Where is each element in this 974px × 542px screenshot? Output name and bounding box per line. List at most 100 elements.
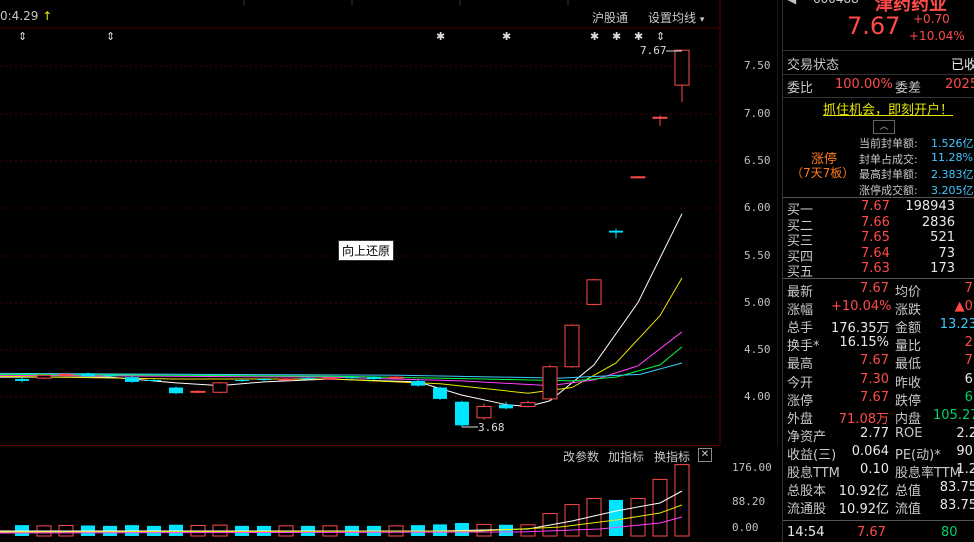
candle[interactable] bbox=[278, 378, 294, 381]
event-marker-icon[interactable]: ⇕ bbox=[656, 30, 665, 43]
stat-label: ROE bbox=[895, 425, 923, 441]
stat-label: 最新 bbox=[787, 285, 814, 300]
chevron-down-icon: ▾ bbox=[699, 15, 705, 25]
event-marker-icon[interactable]: ✱ bbox=[436, 30, 445, 43]
stat-label: 收益(三) bbox=[787, 447, 837, 463]
stat-value: 105.27 bbox=[933, 407, 974, 423]
limit-info-value: 11.28% bbox=[931, 150, 973, 164]
stat-label: 今开 bbox=[787, 375, 814, 391]
stat-value: 7.67 bbox=[860, 389, 889, 405]
ma-settings-label: 设置均线 bbox=[648, 11, 697, 25]
volume-bar[interactable] bbox=[455, 522, 469, 536]
candle[interactable] bbox=[388, 376, 404, 379]
price-change: +0.70 bbox=[913, 12, 950, 26]
event-marker-icon[interactable]: ✱ bbox=[634, 30, 643, 43]
header-value-text: 0:4.29 bbox=[0, 9, 39, 23]
candle[interactable] bbox=[257, 379, 271, 381]
stat-value: 2. bbox=[964, 335, 974, 351]
candle[interactable] bbox=[58, 373, 74, 376]
candle[interactable] bbox=[367, 377, 381, 380]
weicha-value: 2025 bbox=[945, 77, 974, 92]
volume-bar[interactable] bbox=[520, 524, 536, 537]
limit-info-label: 涨停成交额: bbox=[859, 183, 918, 197]
volume-bar[interactable] bbox=[674, 464, 690, 537]
stat-value: +10.04% bbox=[831, 299, 892, 315]
kline-chart-area[interactable]: ⇕ ⇕ ✱ ✱ ✱ ✱ ✱ ⇕ 0:4.29 ↑ 沪股通 设置均线 ▾ 7.50 7.00 6.5… bbox=[0, 0, 778, 542]
up-arrow-icon: ↑ bbox=[42, 9, 53, 23]
price-tick-label: 6.50 bbox=[744, 154, 771, 167]
candle[interactable] bbox=[433, 387, 447, 399]
candle[interactable] bbox=[652, 116, 668, 119]
candle[interactable] bbox=[212, 382, 228, 393]
weibi-value: 100.00% bbox=[835, 77, 893, 92]
event-marker-icon[interactable]: ✱ bbox=[612, 30, 621, 43]
stat-value: 13.23 bbox=[939, 317, 974, 333]
limit-info-label: 封单占成交: bbox=[859, 152, 918, 166]
back-arrow-icon[interactable]: ◀ bbox=[787, 0, 796, 6]
stat-value: 83.75 bbox=[939, 480, 974, 496]
candle[interactable] bbox=[322, 377, 338, 380]
chevron-up-icon[interactable]: ︿ bbox=[873, 120, 895, 134]
volume-bar[interactable] bbox=[609, 499, 623, 536]
candle[interactable] bbox=[609, 230, 623, 233]
event-marker-icon[interactable]: ⇕ bbox=[106, 30, 115, 43]
stat-label: 净资产 bbox=[787, 429, 827, 445]
stat-value: 6. bbox=[964, 389, 974, 405]
stat-label: 总值 bbox=[895, 484, 922, 500]
candle[interactable] bbox=[411, 380, 425, 386]
volume-bar[interactable] bbox=[169, 524, 183, 536]
candle[interactable] bbox=[345, 377, 359, 379]
candle[interactable] bbox=[564, 324, 580, 368]
stat-label: 流值 bbox=[895, 502, 922, 518]
stat-value: 16.15% bbox=[839, 335, 889, 351]
event-marker-icon[interactable]: ✱ bbox=[502, 30, 511, 43]
weicha-label: 委差 bbox=[895, 81, 922, 96]
bid-volume: 198943 bbox=[905, 199, 955, 214]
candle[interactable] bbox=[235, 379, 249, 381]
stat-label: 外盘 bbox=[787, 411, 814, 427]
hgt-button[interactable]: 沪股通 bbox=[592, 9, 628, 26]
candle[interactable] bbox=[125, 377, 139, 382]
candle[interactable] bbox=[147, 379, 161, 381]
candle[interactable] bbox=[169, 387, 183, 394]
candle[interactable] bbox=[586, 279, 602, 305]
volume-bar[interactable] bbox=[433, 524, 447, 536]
stat-label: 昨收 bbox=[895, 375, 922, 391]
stat-label: 跌停 bbox=[895, 393, 922, 409]
candle[interactable] bbox=[499, 404, 513, 409]
stat-value: 90. bbox=[956, 443, 974, 459]
candle[interactable] bbox=[476, 405, 492, 419]
volume-chart[interactable] bbox=[0, 445, 778, 542]
kline-chart[interactable]: ⇕ ⇕ ✱ ✱ ✱ ✱ ✱ ⇕ bbox=[0, 0, 778, 445]
trade-status-label: 交易状态 bbox=[787, 58, 840, 73]
stat-value: 2.2 bbox=[956, 425, 974, 441]
candle[interactable] bbox=[103, 375, 117, 377]
candle[interactable] bbox=[542, 366, 558, 400]
candle[interactable] bbox=[455, 401, 469, 426]
candle[interactable] bbox=[15, 379, 29, 381]
candle[interactable] bbox=[190, 390, 206, 393]
candle[interactable] bbox=[630, 176, 646, 179]
ma-settings-button[interactable]: 设置均线 ▾ bbox=[648, 9, 704, 26]
candle[interactable] bbox=[520, 402, 536, 407]
price-tick-label: 4.50 bbox=[744, 343, 771, 356]
limit-up-streak: （7天7板） bbox=[791, 166, 855, 180]
restore-tooltip[interactable]: 向上还原 bbox=[338, 240, 395, 261]
stat-label: 内盘 bbox=[895, 411, 922, 427]
candle[interactable] bbox=[301, 378, 315, 380]
price-tick-label: 5.00 bbox=[744, 296, 771, 309]
candle[interactable] bbox=[674, 49, 690, 86]
volume-bar[interactable] bbox=[652, 478, 668, 537]
event-marker-icon[interactable]: ✱ bbox=[590, 30, 599, 43]
event-marker-icon[interactable]: ⇕ bbox=[18, 30, 27, 43]
stat-value: 7.67 bbox=[860, 353, 889, 369]
volume-tick-label: 176.00 bbox=[732, 461, 772, 474]
bid-volume: 2836 bbox=[921, 214, 955, 230]
price-change-pct: +10.04% bbox=[909, 29, 965, 43]
candle[interactable] bbox=[36, 374, 52, 379]
candle[interactable] bbox=[81, 373, 95, 377]
stat-value: 7. bbox=[964, 353, 974, 369]
volume-tick-label: 0.00 bbox=[732, 521, 759, 534]
stat-label: 总手 bbox=[787, 321, 814, 337]
trade-status-value: 已收 bbox=[951, 58, 974, 73]
